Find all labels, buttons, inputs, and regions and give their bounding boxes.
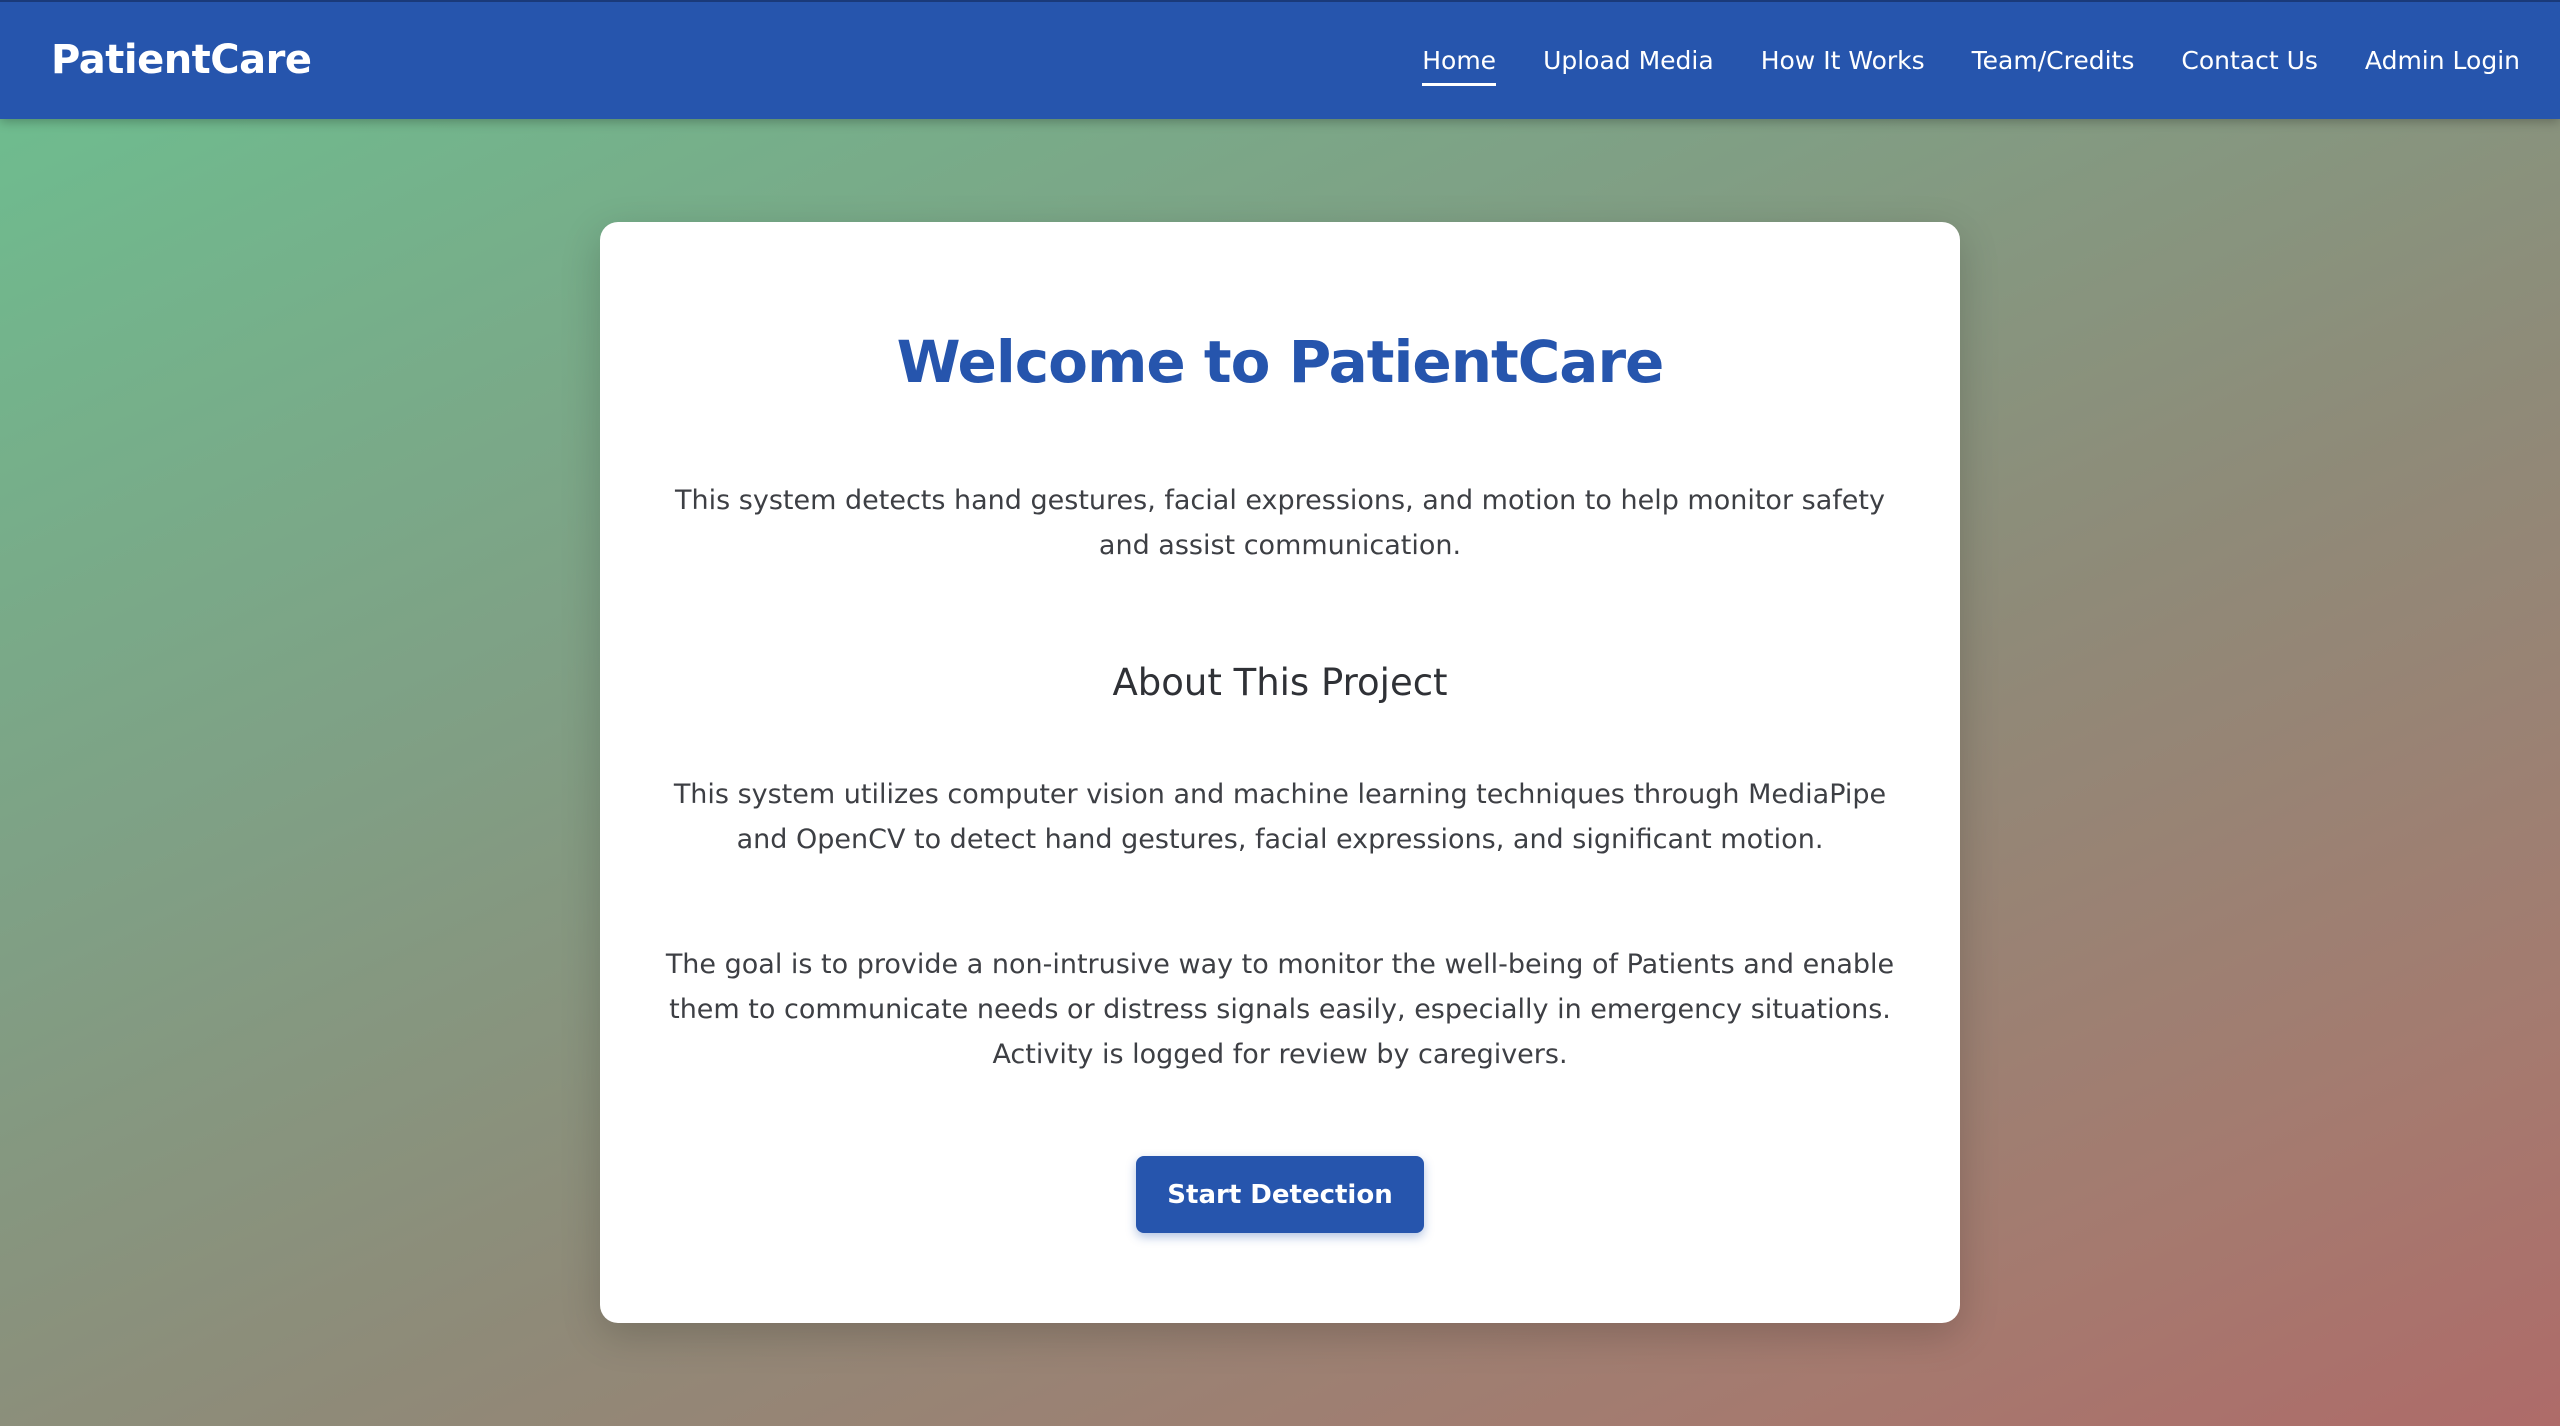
- nav-link-home[interactable]: Home: [1422, 43, 1496, 86]
- brand-logo[interactable]: PatientCare: [51, 32, 312, 88]
- nav-link-admin-login[interactable]: Admin Login: [2365, 43, 2520, 79]
- welcome-card: Welcome to PatientCare This system detec…: [600, 222, 1960, 1323]
- top-navbar: PatientCare Home Upload Media How It Wor…: [0, 0, 2560, 119]
- about-paragraph-tech: This system utilizes computer vision and…: [673, 779, 1887, 855]
- about-heading: About This Project: [1112, 661, 1448, 704]
- intro-text: This system detects hand gestures, facia…: [675, 485, 1885, 561]
- nav-link-contact-us[interactable]: Contact Us: [2181, 43, 2318, 79]
- nav-link-team-credits[interactable]: Team/Credits: [1972, 43, 2135, 79]
- page-title: Welcome to PatientCare: [896, 328, 1665, 396]
- nav-link-upload-media[interactable]: Upload Media: [1543, 43, 1714, 79]
- nav-links: Home Upload Media How It Works Team/Cred…: [1422, 2, 2520, 119]
- start-detection-button[interactable]: Start Detection: [1136, 1156, 1424, 1233]
- about-paragraph-goal: The goal is to provide a non-intrusive w…: [665, 949, 1895, 1070]
- nav-link-how-it-works[interactable]: How It Works: [1761, 43, 1925, 79]
